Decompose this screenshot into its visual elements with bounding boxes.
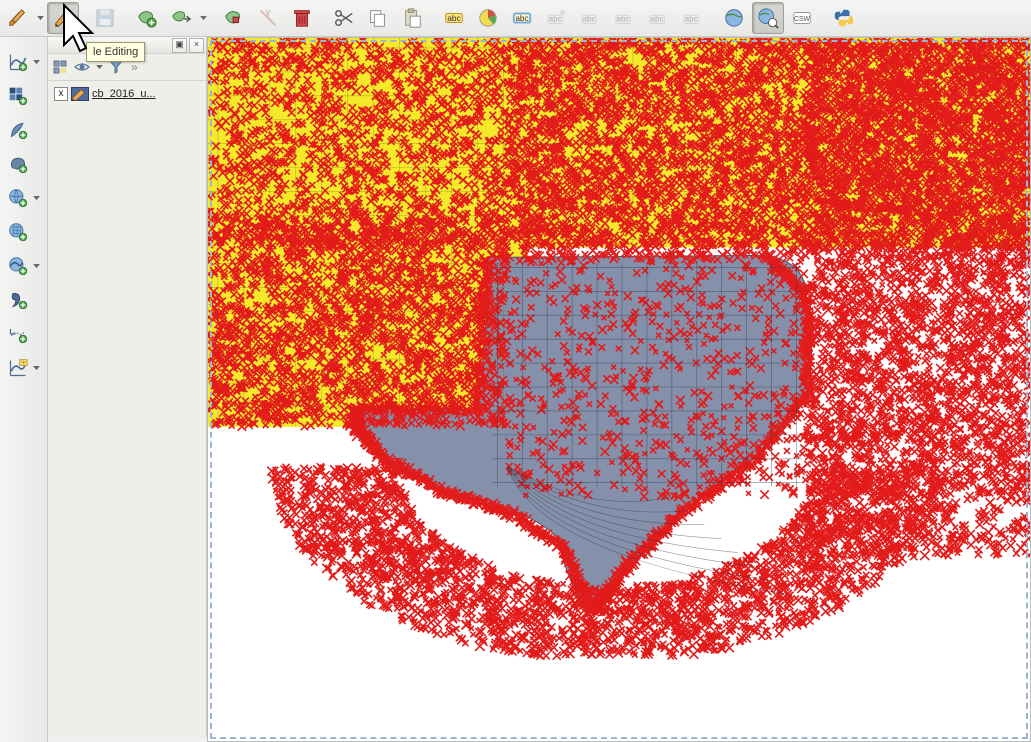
style-preset-icon [52,59,68,75]
csw-icon: CSW [791,7,813,29]
current-edits-button[interactable] [2,2,34,34]
globe-vector-icon [8,256,28,276]
label-highlight-icon: abc [511,7,533,29]
checkmark: x [59,89,64,99]
elephant-icon [8,154,28,174]
split-icon [257,7,279,29]
label-unpin-icon: abc [579,7,601,29]
pie-icon [477,7,499,29]
move-polygon-icon [170,7,192,29]
globe-raster-icon [8,222,28,242]
floppy-icon [94,7,116,29]
metasearch-find-button[interactable] [752,2,784,34]
add-spatialite-button[interactable] [4,116,32,144]
copy-icon [367,7,389,29]
add-polygon-icon [136,7,158,29]
python-console-button[interactable] [828,2,860,34]
svg-text:abc: abc [548,15,561,24]
python-icon [833,7,855,29]
pencil-stack-icon [7,7,29,29]
style-preset-button[interactable] [51,58,69,76]
layer-name-label: cb_2016_u... [92,88,156,100]
save-edits-button [89,2,121,34]
label-move-icon: abc [647,7,669,29]
add-wms-button[interactable] [4,184,32,212]
vector-icon [8,52,28,72]
cut-button[interactable] [328,2,360,34]
csw-button[interactable]: CSW [786,2,818,34]
layers-panel: ▣ × » x [48,37,207,737]
toggle-editing-button[interactable] [47,2,79,34]
layer-swatch [71,87,89,101]
scissors-icon [333,7,355,29]
label-hide-icon: abc [613,7,635,29]
svg-text:abc: abc [582,15,595,24]
comma-icon [8,290,28,310]
map-render [208,38,1030,741]
delete-selected-button[interactable] [286,2,318,34]
layers-more-button[interactable]: » [129,60,139,74]
highlight-label-button[interactable]: abc [506,2,538,34]
data-source-toolbar [0,37,48,742]
globe-magnify-icon [757,7,779,29]
move-label-button: abc [642,2,674,34]
add-raster-button[interactable] [4,82,32,110]
add-vector-button[interactable] [4,48,32,76]
add-vector-dropdown[interactable] [32,47,41,77]
globe-icon [723,7,745,29]
add-wfs-button[interactable] [4,252,32,280]
label-pin-icon: abc [545,7,567,29]
feather-icon [8,120,28,140]
tooltip: le Editing [86,42,145,62]
layer-list: x cb_2016_u... [48,81,206,107]
virtual-layer-icon [8,324,28,344]
add-wfs-dropdown[interactable] [32,251,41,281]
layer-visibility-checkbox[interactable]: x [54,87,68,101]
add-feature-button[interactable] [131,2,163,34]
new-shapefile-dropdown[interactable] [32,353,41,383]
pencil-overlay-icon [71,87,89,101]
editing-toolbar: abc abc abc abc abc [0,0,1031,37]
svg-text:abc: abc [684,15,697,24]
paste-icon [401,7,423,29]
current-edits-dropdown[interactable] [36,3,45,33]
panel-float-button[interactable]: ▣ [172,38,187,53]
trash-icon [291,7,313,29]
svg-text:abc: abc [650,15,663,24]
move-feature-dropdown[interactable] [199,3,208,33]
pencil-icon [52,7,74,29]
add-wms-dropdown[interactable] [32,183,41,213]
svg-text:CSW: CSW [794,16,811,23]
paste-button[interactable] [396,2,428,34]
add-virtual-button[interactable] [4,320,32,348]
hide-label-button: abc [608,2,640,34]
svg-text:abc: abc [447,14,460,23]
add-postgis-button[interactable] [4,150,32,178]
diagram-tool-button[interactable] [472,2,504,34]
svg-text:abc: abc [515,14,528,23]
node-tool-button[interactable] [218,2,250,34]
label-icon: abc [443,7,465,29]
label-rotate-icon: abc [681,7,703,29]
rotate-label-button: abc [676,2,708,34]
unpin-label-button: abc [574,2,606,34]
copy-button[interactable] [362,2,394,34]
layer-item[interactable]: x cb_2016_u... [50,85,204,103]
new-shapefile-button[interactable] [4,354,32,382]
pin-label-button: abc [540,2,572,34]
add-wcs-button[interactable] [4,218,32,246]
add-csv-button[interactable] [4,286,32,314]
label-tool-button[interactable]: abc [438,2,470,34]
map-canvas[interactable] [207,37,1031,742]
globe-plus-icon [8,188,28,208]
split-feature-button [252,2,284,34]
new-vector-icon [8,358,28,378]
move-feature-button[interactable] [165,2,197,34]
svg-text:abc: abc [616,15,629,24]
raster-icon [8,86,28,106]
panel-close-button[interactable]: × [189,38,204,53]
metasearch-button[interactable] [718,2,750,34]
node-icon [223,7,245,29]
